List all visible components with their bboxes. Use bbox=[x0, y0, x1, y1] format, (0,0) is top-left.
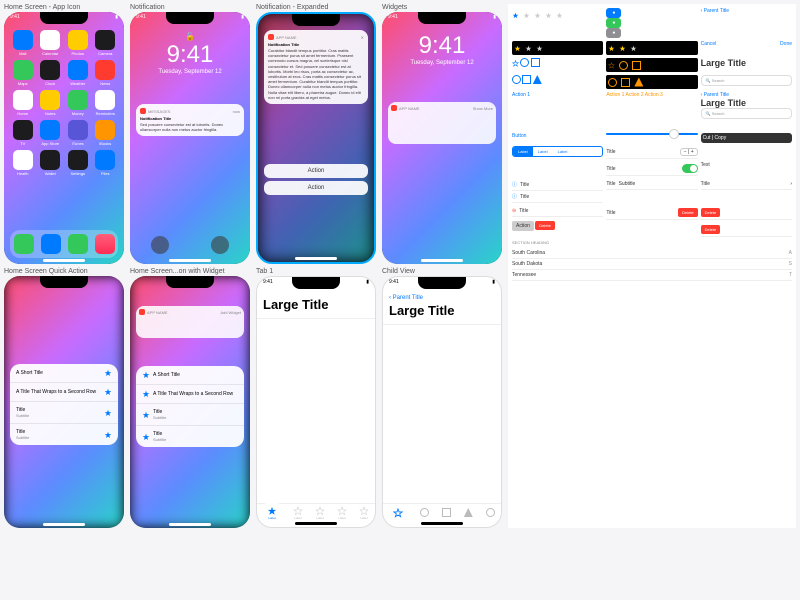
home-grid: Mail Calendar Photos Camera Maps Clock W… bbox=[10, 30, 118, 176]
quick-action-item[interactable]: A Short Title bbox=[10, 364, 118, 383]
components-panel: ●●● ‹ Parent Title Cancel Done Large Tit… bbox=[508, 4, 796, 528]
safari-icon[interactable] bbox=[41, 234, 61, 254]
switch[interactable] bbox=[682, 164, 698, 173]
expanded-notification[interactable]: APP NAME✕ Notification Title Curabitur b… bbox=[264, 30, 368, 104]
music-icon[interactable] bbox=[95, 234, 115, 254]
label-quickw: Home Screen...on with Widget bbox=[130, 268, 250, 275]
label-notif: Notification bbox=[130, 4, 250, 11]
section-heading: SECTION HEADING bbox=[512, 240, 792, 245]
camera-button[interactable] bbox=[211, 236, 229, 254]
segmented-control[interactable]: LabelLabelLabel bbox=[512, 146, 603, 157]
done-link[interactable]: Done bbox=[780, 41, 792, 47]
nav-back[interactable]: ‹ Parent Title bbox=[701, 8, 792, 14]
list-row[interactable]: ⓘTitle bbox=[512, 179, 603, 191]
dock bbox=[10, 230, 118, 258]
phone-notif-exp: APP NAME✕ Notification Title Curabitur b… bbox=[256, 12, 376, 264]
phone-widgets: 9:41▮ 9:41 Tuesday, September 12 APP NAM… bbox=[382, 12, 502, 264]
widget[interactable]: APP NAMEShow More bbox=[388, 102, 496, 144]
widget-card[interactable]: APP NAMEAdd Widget bbox=[136, 306, 244, 338]
cancel-link[interactable]: Cancel bbox=[701, 41, 717, 47]
phone-quick: A Short Title A Title That Wraps to a Se… bbox=[4, 276, 124, 528]
notification-card[interactable]: MESSAGESnow Notification Title Sed posue… bbox=[136, 104, 244, 136]
phone-icon[interactable] bbox=[14, 234, 34, 254]
label-notif-exp: Notification - Expanded bbox=[256, 4, 376, 11]
label-widgets: Widgets bbox=[382, 4, 502, 11]
tab-item[interactable]: Label bbox=[263, 502, 281, 524]
phone-tab1: 9:41▮ Large Title Label Label Label Labe… bbox=[256, 276, 376, 528]
tab-circle[interactable] bbox=[486, 508, 495, 517]
flashlight-button[interactable] bbox=[151, 236, 169, 254]
lock-icon: 🔓 bbox=[130, 32, 250, 41]
button-text[interactable]: Button bbox=[512, 133, 526, 139]
phone-child: 9:41▮ ‹ Parent Title Large Title bbox=[382, 276, 502, 528]
notif-action-button[interactable]: Action bbox=[264, 181, 368, 195]
phone-quickw: APP NAMEAdd Widget A Short Title A Title… bbox=[130, 276, 250, 528]
lock-date: Tuesday, September 12 bbox=[130, 69, 250, 75]
lock-screen: 🔓 9:41 Tuesday, September 12 bbox=[130, 32, 250, 75]
back-button[interactable]: ‹ Parent Title bbox=[389, 295, 495, 301]
list-item[interactable]: South CarolinaA bbox=[512, 248, 792, 259]
label-child: Child View bbox=[382, 268, 502, 275]
lock-time: 9:41 bbox=[130, 41, 250, 69]
action-link[interactable]: Action 1 bbox=[606, 92, 624, 98]
large-title: Large Title bbox=[389, 303, 495, 318]
messages-icon[interactable] bbox=[68, 234, 88, 254]
tab-triangle[interactable] bbox=[464, 508, 473, 517]
large-title: Large Title bbox=[263, 297, 369, 312]
pill-button[interactable]: ● bbox=[606, 8, 621, 18]
quick-action-menu: A Short Title A Title That Wraps to a Se… bbox=[10, 364, 118, 445]
phone-home: 9:41▮ Mail Calendar Photos Camera Maps C… bbox=[4, 12, 124, 264]
label-home: Home Screen - App Icon bbox=[4, 4, 124, 11]
tab-square[interactable] bbox=[442, 508, 451, 517]
action-link[interactable]: Action 1 bbox=[512, 92, 530, 98]
delete-button[interactable]: Delete bbox=[678, 208, 698, 217]
label-quick: Home Screen Quick Action bbox=[4, 268, 124, 275]
stepper[interactable]: − | + bbox=[680, 148, 698, 156]
app-icon[interactable]: Mail bbox=[10, 30, 36, 56]
notif-action-button[interactable]: Action bbox=[264, 164, 368, 178]
label-tab1: Tab 1 bbox=[256, 268, 376, 275]
rating-dark[interactable] bbox=[512, 41, 603, 55]
search-field[interactable]: 🔍 Search bbox=[701, 75, 792, 86]
tab-circle[interactable] bbox=[420, 508, 429, 517]
phone-notif: 9:41▮ 🔓 9:41 Tuesday, September 12 MESSA… bbox=[130, 12, 250, 264]
tab-star[interactable] bbox=[389, 504, 407, 522]
slider[interactable] bbox=[606, 133, 697, 135]
